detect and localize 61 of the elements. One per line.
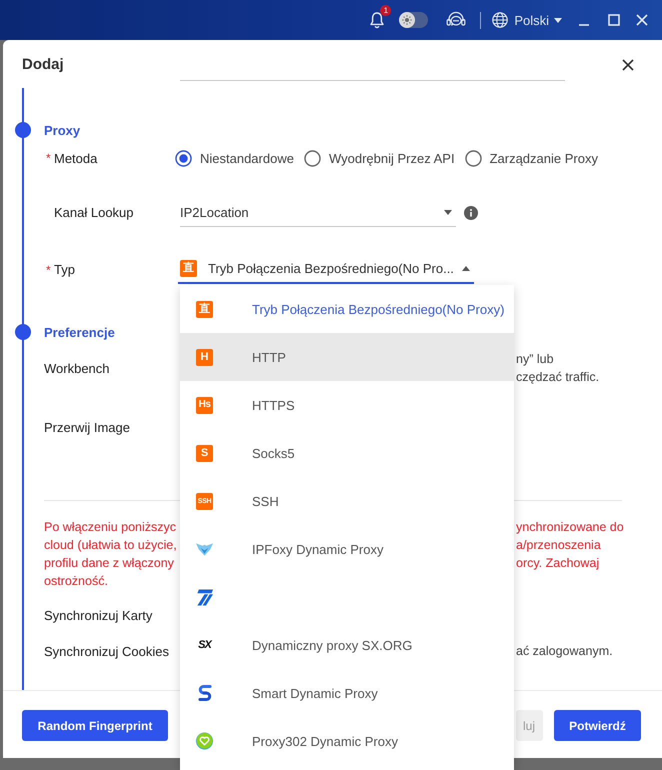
warning-text: Po włączeniu poniższyc cloud (ułatwia to użycie, profilu dane z włączony ostrożność. [44,519,177,590]
primary-button[interactable]: Potwierdź [554,710,641,741]
dropdown-option[interactable]: H HTTP [180,333,514,381]
option-label: IPFoxy Dynamic Proxy [252,542,384,556]
section-title: Proxy [44,122,80,138]
wing-logo-icon [196,542,213,556]
option-label: Proxy302 Dynamic Proxy [252,734,398,748]
bell-icon[interactable] [368,11,386,29]
dropdown-option[interactable]: Smart Dynamic Proxy [180,669,514,717]
theme-toggle[interactable] [399,12,428,28]
option-label: Dynamiczny proxy SX.ORG [252,638,412,652]
info-icon[interactable] [464,206,478,220]
setting-label: Synchronizuj Cookies [44,644,170,658]
option-label: HTTPS [252,398,295,412]
field-label: Metoda [54,150,98,166]
globe-icon [492,12,508,28]
option-label: SSH [252,494,279,508]
type-badge: S [196,444,213,462]
option-label: HTTP [252,350,286,364]
radio-option[interactable]: Zarządzanie Proxy [464,150,598,166]
type-badge: H [196,348,213,366]
caret-icon [554,18,562,22]
type-badge: 直 [180,260,197,277]
letter-logo: SX [198,639,211,651]
dialog-title: Dodaj [22,55,64,75]
radio-option[interactable]: Niestandardowe [175,150,294,166]
required-mark: * [46,151,51,165]
option-label: Socks5 [252,446,295,460]
setting-description: ać zalogowanym. [516,643,613,660]
primary-button[interactable]: Random Fingerprint [22,710,168,741]
dropdown-option[interactable]: 直 Tryb Połączenia Bezpośredniego(No Proxy) [180,285,514,333]
caret-icon [444,210,452,214]
dropdown-option[interactable]: S Socks5 [180,429,514,477]
setting-description: ny” lub czędzać traffic. [516,351,600,386]
required-mark: * [46,262,51,276]
type-badge: 直 [196,300,213,318]
field-label: Kanał Lookup [54,205,134,220]
type-badge: Hs [196,396,213,414]
field-label: Typ [54,262,75,277]
dropdown-option[interactable]: Hs HTTPS [180,381,514,429]
setting-label: Workbench [44,360,110,376]
dropdown-option[interactable]: Proxy302 Dynamic Proxy [180,717,514,765]
heart-logo-icon [196,732,213,750]
setting-label: Przerwij Image [44,420,130,434]
dropdown-option[interactable]: SX Dynamiczny proxy SX.ORG [180,621,514,669]
dropdown-option[interactable]: IPFoxy Dynamic Proxy [180,525,514,573]
notification-badge: 1 [380,5,392,16]
option-label: Tryb Połączenia Bezpośredniego(No Proxy) [252,302,504,316]
language-button[interactable]: Polski [492,12,562,28]
caret-icon [462,266,470,271]
section-title: Preferencje [44,324,115,340]
hook-logo-icon [198,684,212,702]
setting-label: Synchronizuj Karty [44,608,152,622]
select-field[interactable]: IP2Location [180,198,456,227]
close-icon[interactable] [622,59,634,71]
stripes-logo-icon [196,588,213,606]
maximize-icon[interactable] [608,14,620,26]
warning-text: ynchronizowane do a/przenoszenia orcy. Zachowaj [516,519,624,572]
radio-option[interactable]: Wyodrębnij Przez API [304,150,455,166]
option-label: Smart Dynamic Proxy [252,686,378,700]
sun-icon [399,12,416,28]
